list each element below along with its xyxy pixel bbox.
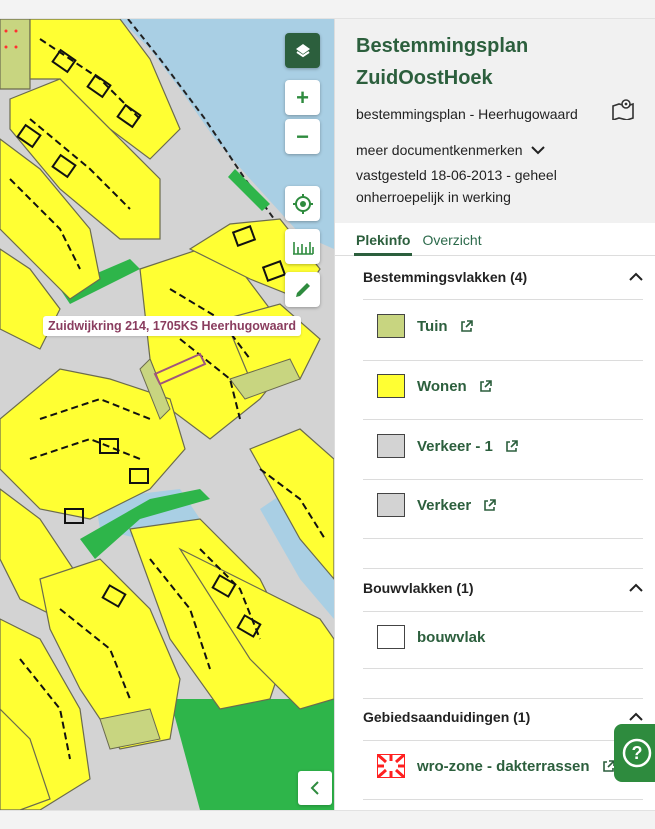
divider	[363, 698, 643, 699]
swatch-bouwvlak	[377, 625, 405, 649]
divider	[363, 668, 643, 669]
legend-label: wro-zone - dakterrassen	[417, 757, 590, 775]
legend-label: Verkeer - 1	[417, 437, 493, 455]
measure-button[interactable]	[285, 229, 320, 264]
panel-tabs: Plekinfo Overzicht	[335, 223, 655, 256]
map-canvas[interactable]	[0, 19, 334, 810]
divider	[363, 611, 643, 612]
divider	[363, 479, 643, 480]
dakterrassen-swatch	[377, 754, 405, 778]
external-link-icon	[506, 439, 518, 452]
legend-label: Tuin	[417, 317, 448, 335]
swatch-wonen	[377, 374, 405, 398]
measure-icon	[292, 241, 314, 255]
zoom-out-button[interactable]: −	[285, 119, 320, 154]
swatch-verkeer	[377, 493, 405, 517]
section-bestemmingsvlakken[interactable]: Bestemmingsvlakken (4)	[363, 266, 643, 288]
chevron-up-icon	[629, 583, 643, 592]
external-link-icon	[479, 379, 492, 392]
section-title: Bestemmingsvlakken (4)	[363, 269, 528, 285]
map-pin-icon[interactable]	[611, 98, 635, 125]
top-bar	[0, 0, 655, 19]
plus-icon: +	[296, 84, 309, 110]
tab-plekinfo[interactable]: Plekinfo	[354, 231, 413, 256]
help-button[interactable]: ?	[614, 724, 655, 782]
divider	[363, 538, 643, 539]
legend-item-tuin[interactable]: Tuin	[377, 313, 473, 339]
help-label: ?	[631, 743, 642, 763]
divider	[363, 360, 643, 361]
chevron-up-icon	[629, 272, 643, 281]
external-link-icon	[460, 319, 473, 332]
legend-label: Wonen	[417, 377, 467, 395]
collapse-panel-button[interactable]	[298, 771, 332, 805]
layers-button[interactable]	[285, 33, 320, 68]
divider	[363, 799, 643, 800]
draw-button[interactable]	[285, 272, 320, 307]
info-panel: Bestemmingsplan ZuidOostHoek bestemmings…	[334, 19, 655, 810]
legend-item-verkeer[interactable]: Verkeer	[377, 492, 497, 518]
external-link-icon	[484, 498, 497, 511]
locate-icon	[292, 193, 313, 214]
minus-icon: −	[296, 123, 309, 149]
layers-icon	[295, 43, 310, 57]
map-viewer[interactable]: + − Zuidwijkring 214, 1705KS Heerhugowaa…	[0, 19, 334, 810]
legend-item-verkeer-1[interactable]: Verkeer - 1	[377, 433, 518, 459]
chevron-up-icon	[629, 712, 643, 721]
meer-label: meer documentkenmerken	[356, 142, 523, 158]
section-bouwvlakken[interactable]: Bouwvlakken (1)	[363, 577, 643, 599]
chevron-down-icon	[530, 146, 545, 155]
locate-button[interactable]	[285, 186, 320, 221]
divider	[363, 419, 643, 420]
swatch-verkeer-1	[377, 434, 405, 458]
meer-documentkenmerken-toggle[interactable]: meer documentkenmerken	[356, 142, 635, 158]
section-title: Gebiedsaanduidingen (1)	[363, 709, 531, 725]
section-gebiedsaanduidingen[interactable]: Gebiedsaanduidingen (1)	[363, 706, 643, 728]
zoom-in-button[interactable]: +	[285, 80, 320, 115]
legend-label: bouwvlak	[417, 628, 486, 646]
plan-subtitle: bestemmingsplan - Heerhugowaard	[356, 106, 578, 122]
address-label: Zuidwijkring 214, 1705KS Heerhugowaard	[43, 316, 301, 336]
divider	[363, 568, 643, 569]
plan-title: Bestemmingsplan ZuidOostHoek	[356, 35, 529, 89]
pencil-icon	[295, 282, 310, 297]
tab-overzicht[interactable]: Overzicht	[420, 231, 483, 256]
legend-item-wonen[interactable]: Wonen	[377, 373, 492, 399]
bottom-bar	[0, 810, 655, 829]
divider	[363, 740, 643, 741]
chevron-left-icon	[310, 781, 319, 795]
plan-status: vastgesteld 18-06-2013 - geheel onherroe…	[356, 167, 557, 205]
divider	[363, 299, 643, 300]
legend-item-bouwvlak[interactable]: bouwvlak	[377, 624, 485, 650]
help-icon: ?	[622, 738, 651, 768]
legend-label: Verkeer	[417, 496, 472, 514]
legend-item-wro-zone[interactable]: wro-zone - dakterrassen	[377, 753, 615, 779]
external-link-icon	[602, 759, 615, 772]
panel-header: Bestemmingsplan ZuidOostHoek bestemmings…	[335, 19, 655, 223]
section-title: Bouwvlakken (1)	[363, 580, 474, 596]
swatch-tuin	[377, 314, 405, 338]
